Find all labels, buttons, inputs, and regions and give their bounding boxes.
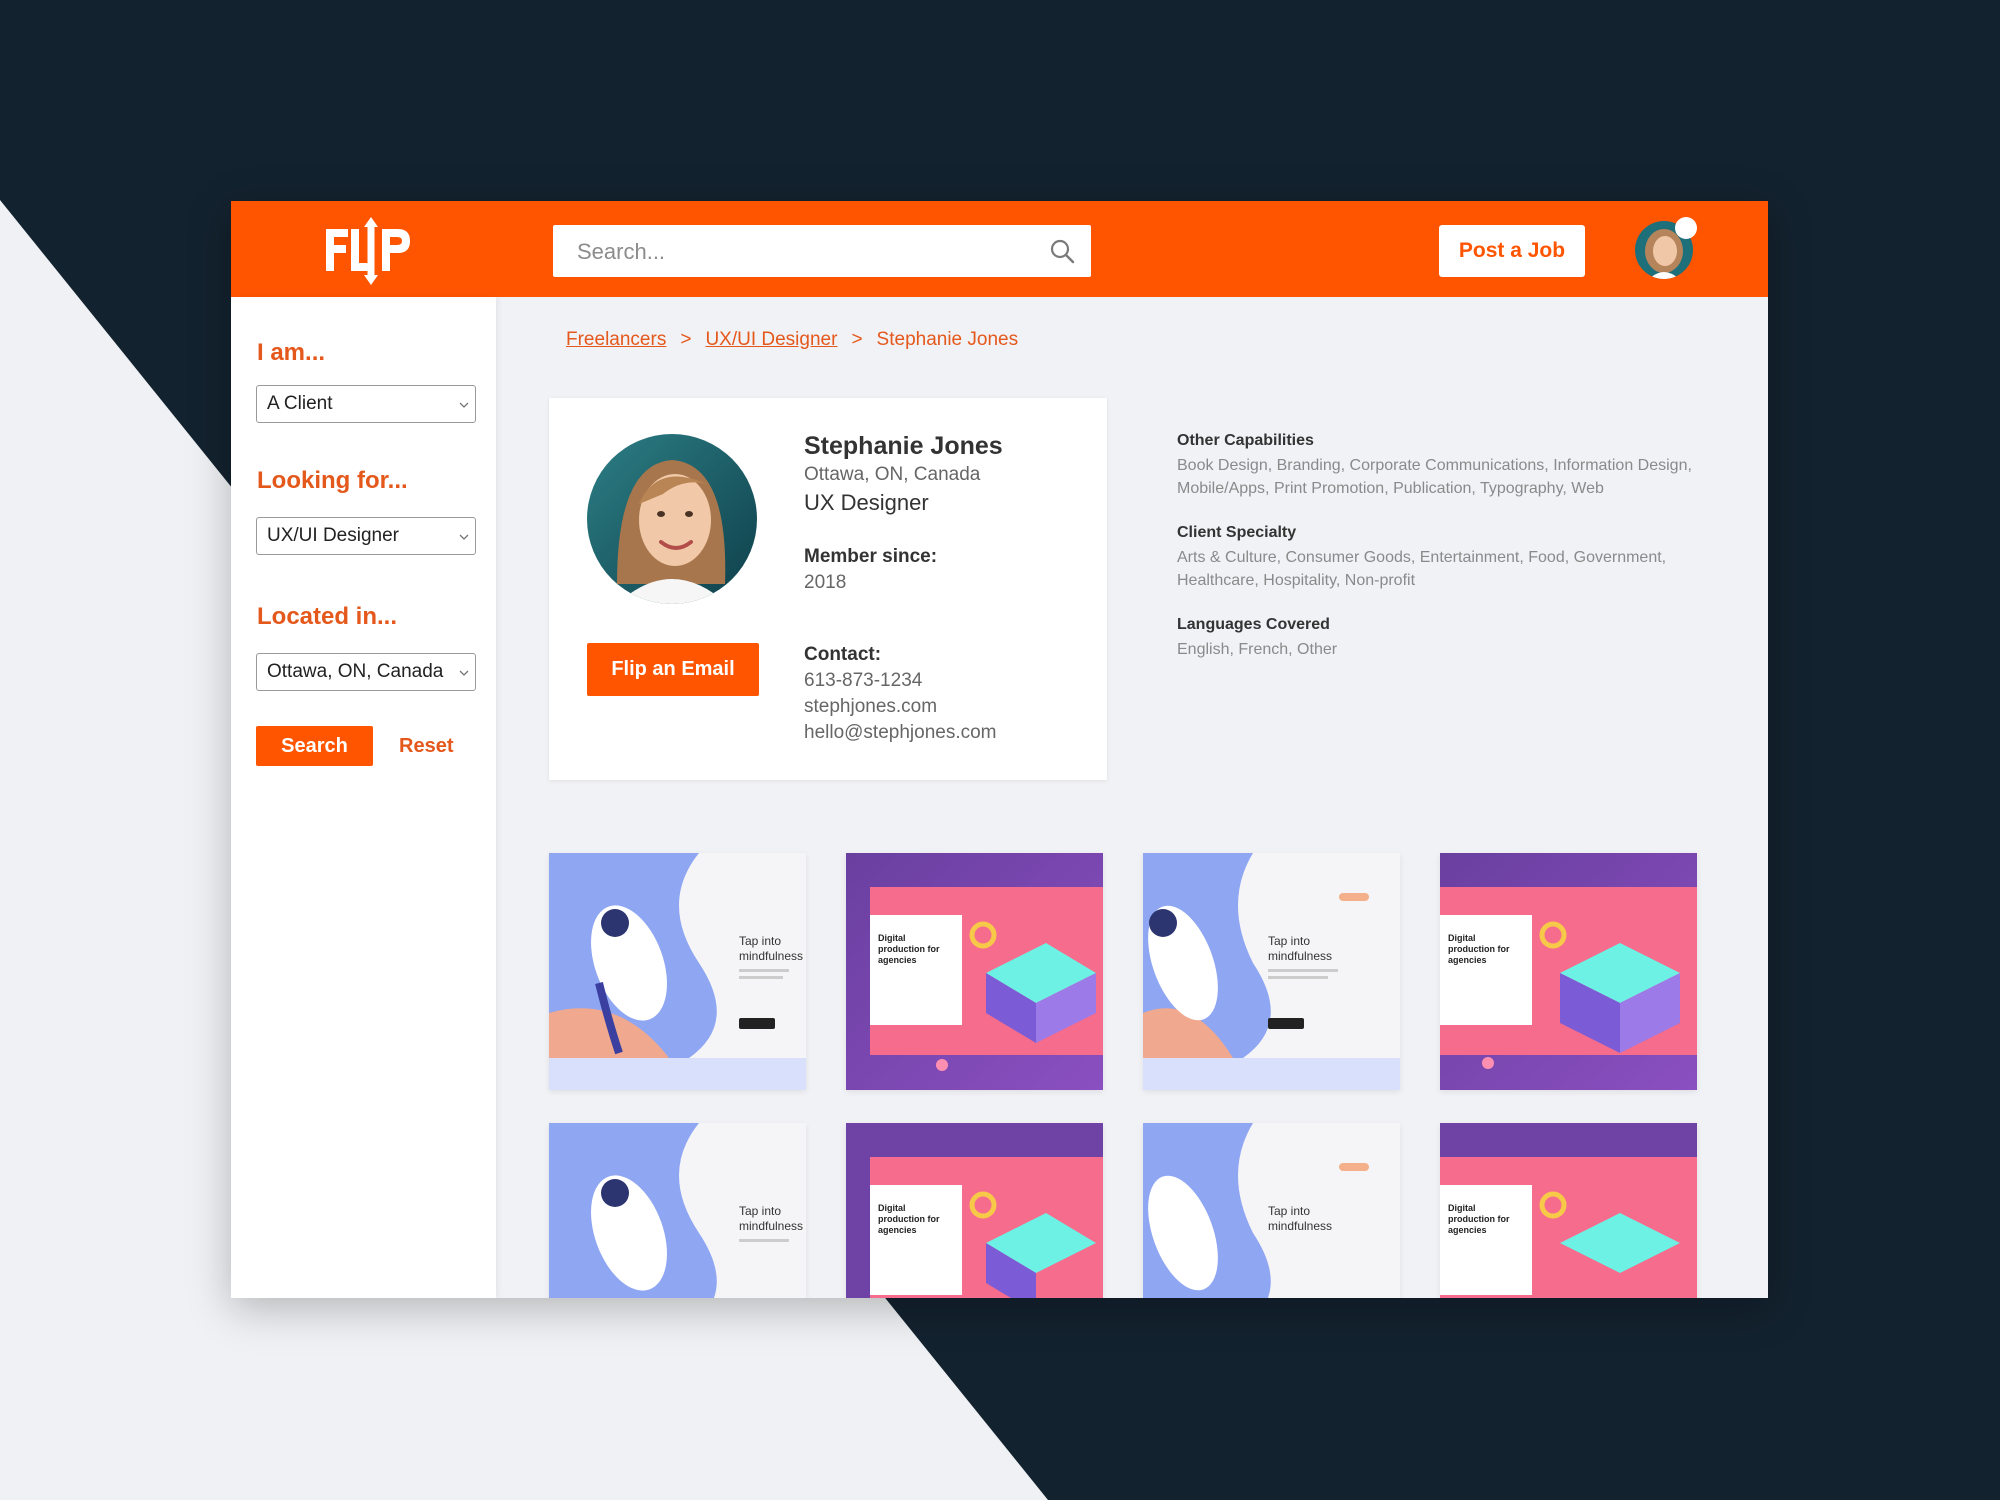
portfolio-thumbnail-digital[interactable]: Digital production for agencies	[846, 853, 1103, 1090]
mindfulness-title-1: Tap into	[739, 1204, 781, 1218]
search-icon[interactable]	[1049, 238, 1075, 264]
digital-title-2: production for	[1448, 944, 1510, 954]
mindfulness-title-2: mindfulness	[739, 949, 803, 963]
digital-title-2: production for	[878, 944, 940, 954]
portfolio-thumbnail-digital[interactable]: Digital production for agencies	[1440, 853, 1697, 1090]
breadcrumb-ux-ui-designer[interactable]: UX/UI Designer	[705, 329, 837, 350]
i-am-select[interactable]: A Client	[256, 385, 476, 423]
portfolio-thumbnail-mindfulness[interactable]: Tap into mindfulness	[549, 853, 806, 1090]
located-in-select-value: Ottawa, ON, Canada	[267, 661, 444, 682]
search-button[interactable]: Search	[256, 726, 373, 766]
contact-phone[interactable]: 613-873-1234	[804, 670, 922, 692]
chevron-down-icon	[459, 402, 469, 408]
profile-location: Ottawa, ON, Canada	[804, 464, 981, 485]
profile-role: UX Designer	[804, 490, 929, 515]
portfolio-thumbnail-mindfulness[interactable]: Tap into mindfulness	[1143, 1123, 1400, 1298]
breadcrumb: Freelancers > UX/UI Designer > Stephanie Jon…	[566, 329, 1018, 351]
breadcrumb-current: Stephanie Jones	[876, 329, 1019, 350]
portfolio-thumbnail-mindfulness[interactable]: Tap into mindfulness	[549, 1123, 806, 1298]
reset-button[interactable]: Reset	[399, 726, 453, 766]
notification-dot[interactable]	[1675, 217, 1697, 239]
located-in-select[interactable]: Ottawa, ON, Canada	[256, 653, 476, 691]
post-job-button[interactable]: Post a Job	[1439, 225, 1585, 277]
portfolio-thumbnail-digital[interactable]: Digital production for agencies	[846, 1123, 1103, 1298]
digital-title-3: agencies	[878, 955, 917, 965]
breadcrumb-freelancers[interactable]: Freelancers	[566, 329, 666, 350]
digital-title-1: Digital	[878, 933, 906, 943]
flip-logo[interactable]	[322, 213, 414, 289]
mindfulness-title-1: Tap into	[1268, 934, 1310, 948]
search-box	[553, 225, 1091, 279]
contact-email[interactable]: hello@stephjones.com	[804, 722, 997, 744]
digital-title-3: agencies	[1448, 955, 1487, 965]
contact-label: Contact:	[804, 644, 882, 665]
top-header: Post a Job	[231, 201, 1768, 297]
mindfulness-title-1: Tap into	[1268, 1204, 1310, 1218]
capabilities-title: Other Capabilities	[1177, 432, 1314, 449]
digital-title-2: production for	[878, 1214, 940, 1224]
chevron-down-icon	[459, 670, 469, 676]
mindfulness-title-2: mindfulness	[739, 1219, 803, 1233]
profile-card: Flip an Email Stephanie Jones Ottawa, ON…	[549, 398, 1107, 780]
looking-for-select[interactable]: UX/UI Designer	[256, 517, 476, 555]
mindfulness-title-2: mindfulness	[1268, 949, 1332, 963]
specialty-text: Arts & Culture, Consumer Goods, Entertai…	[1177, 549, 1667, 589]
breadcrumb-separator: >	[680, 329, 692, 350]
filter-sidebar: I am... A Client Looking for... UX/UI De…	[231, 297, 496, 1298]
chevron-down-icon	[459, 534, 469, 540]
languages-title: Languages Covered	[1177, 616, 1330, 633]
specialty-title: Client Specialty	[1177, 524, 1297, 541]
digital-title-1: Digital	[1448, 933, 1476, 943]
mindfulness-title-2: mindfulness	[1268, 1219, 1332, 1233]
breadcrumb-separator: >	[851, 329, 863, 350]
member-since-label: Member since:	[804, 546, 938, 567]
located-in-label: Located in...	[257, 603, 398, 630]
i-am-select-value: A Client	[267, 393, 333, 414]
portfolio-thumbnail-mindfulness[interactable]: Tap into mindfulness	[1143, 853, 1400, 1090]
portfolio-thumbnail-digital[interactable]: Digital production for agencies	[1440, 1123, 1697, 1298]
profile-photo	[587, 434, 757, 604]
capabilities-text: Book Design, Branding, Corporate Communi…	[1177, 457, 1692, 497]
app-window: Post a Job I am... A Client Looking for.…	[231, 201, 1768, 1298]
member-since-value: 2018	[804, 572, 847, 593]
flip-email-button[interactable]: Flip an Email	[587, 643, 759, 696]
digital-title-2: production for	[1448, 1214, 1510, 1224]
search-input[interactable]	[575, 225, 1019, 279]
digital-title-1: Digital	[1448, 1203, 1476, 1213]
languages-text: English, French, Other	[1177, 641, 1338, 658]
i-am-label: I am...	[257, 339, 326, 366]
mindfulness-title-1: Tap into	[739, 934, 781, 948]
contact-website[interactable]: stephjones.com	[804, 696, 937, 718]
digital-title-3: agencies	[878, 1225, 917, 1235]
looking-for-select-value: UX/UI Designer	[267, 525, 399, 546]
profile-name: Stephanie Jones	[804, 432, 1003, 460]
digital-title-1: Digital	[878, 1203, 906, 1213]
digital-title-3: agencies	[1448, 1225, 1487, 1235]
looking-for-label: Looking for...	[257, 467, 408, 494]
